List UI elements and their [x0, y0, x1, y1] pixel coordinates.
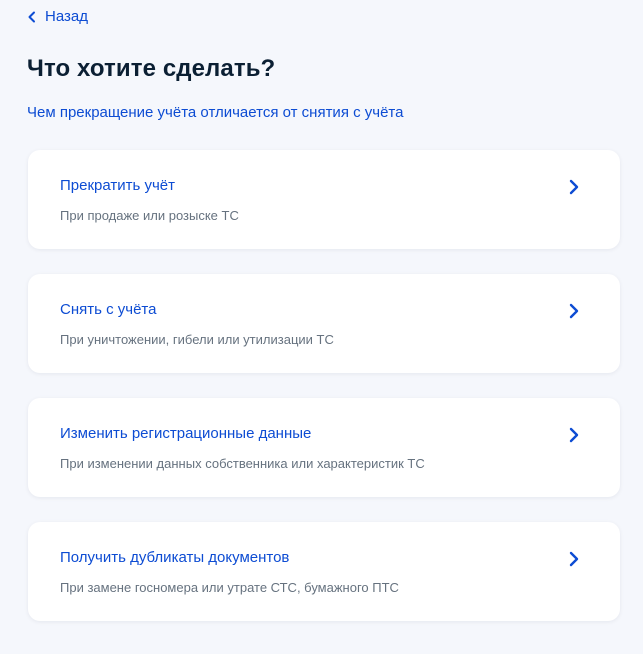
option-title: Изменить регистрационные данные — [60, 425, 312, 442]
chevron-right-icon — [569, 303, 579, 319]
option-card-terminate-registration[interactable]: Прекратить учёт При продаже или розыске … — [28, 150, 620, 249]
option-description: При изменении данных собственника или ха… — [60, 456, 425, 471]
back-label: Назад — [45, 8, 88, 25]
option-title: Получить дубликаты документов — [60, 549, 290, 566]
chevron-left-icon — [28, 11, 35, 22]
page-title: Что хотите сделать? — [27, 55, 276, 82]
option-description: При замене госномера или утрате СТС, бум… — [60, 580, 399, 595]
option-card-change-registration-data[interactable]: Изменить регистрационные данные При изме… — [28, 398, 620, 497]
option-card-duplicate-documents[interactable]: Получить дубликаты документов При замене… — [28, 522, 620, 621]
option-description: При уничтожении, гибели или утилизации Т… — [60, 332, 334, 347]
option-card-deregister[interactable]: Снять с учёта При уничтожении, гибели ил… — [28, 274, 620, 373]
option-title: Снять с учёта — [60, 301, 157, 318]
chevron-right-icon — [569, 179, 579, 195]
option-description: При продаже или розыске ТС — [60, 208, 239, 223]
chevron-right-icon — [569, 551, 579, 567]
back-link[interactable]: Назад — [27, 8, 88, 25]
option-title: Прекратить учёт — [60, 177, 176, 194]
chevron-right-icon — [569, 427, 579, 443]
difference-info-link[interactable]: Чем прекращение учёта отличается от снят… — [27, 104, 403, 121]
